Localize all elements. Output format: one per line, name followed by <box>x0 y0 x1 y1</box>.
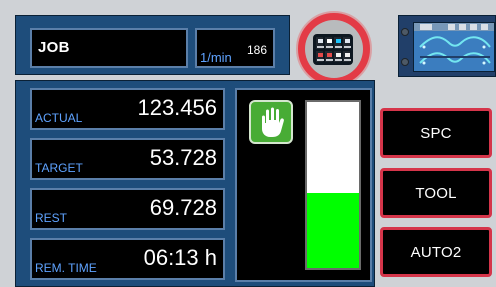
rest-field: REST 69.728 <box>30 188 225 230</box>
machine-diagram-icon <box>419 36 491 65</box>
panel-screw <box>401 58 409 66</box>
mini-status-cell <box>316 50 324 62</box>
machine-overview-icon[interactable] <box>413 22 495 72</box>
spc-button[interactable]: SPC <box>380 108 492 158</box>
mini-status-cell <box>325 37 333 49</box>
target-field: TARGET 53.728 <box>30 138 225 180</box>
speed-unit: 1/min <box>200 50 232 65</box>
speed-field: 1/min 186 <box>195 28 275 68</box>
status-indicator-icon[interactable] <box>296 11 372 87</box>
progress-gauge-fill <box>307 193 359 268</box>
remaining-time-field: REM. TIME 06:13 h <box>30 238 225 280</box>
mini-status-cell <box>325 50 333 62</box>
auto2-button[interactable]: AUTO2 <box>380 227 492 277</box>
speed-value: 186 <box>246 43 267 57</box>
job-label: JOB <box>38 39 70 56</box>
mini-status-cell <box>343 50 351 62</box>
machine-overview-panel <box>398 15 496 77</box>
target-label: TARGET <box>35 161 83 175</box>
remaining-time-value: 06:13 h <box>143 245 217 270</box>
rest-label: REST <box>35 211 68 225</box>
job-field[interactable]: JOB <box>30 28 188 68</box>
progress-gauge-box <box>235 88 372 282</box>
machine-dashboard: JOB 1/min 186 ACTUAL 123.456 TARGET 53.7… <box>0 0 496 287</box>
status-indicator-face <box>305 20 363 78</box>
actual-field: ACTUAL 123.456 <box>30 88 225 130</box>
rest-value: 69.728 <box>149 195 217 220</box>
target-value: 53.728 <box>149 145 217 170</box>
hand-glyph-icon <box>262 107 284 137</box>
mini-status-cell <box>343 37 351 49</box>
mini-status-cell <box>334 37 342 49</box>
actual-value: 123.456 <box>137 95 217 120</box>
mini-status-cell <box>316 37 324 49</box>
panel-screw <box>401 28 409 36</box>
progress-gauge <box>305 100 361 270</box>
actual-label: ACTUAL <box>35 111 83 125</box>
status-indicator-plate <box>313 34 353 65</box>
tool-button[interactable]: TOOL <box>380 168 492 218</box>
hand-stop-icon[interactable] <box>249 100 293 144</box>
remaining-time-label: REM. TIME <box>35 261 97 275</box>
mini-status-cell <box>334 50 342 62</box>
